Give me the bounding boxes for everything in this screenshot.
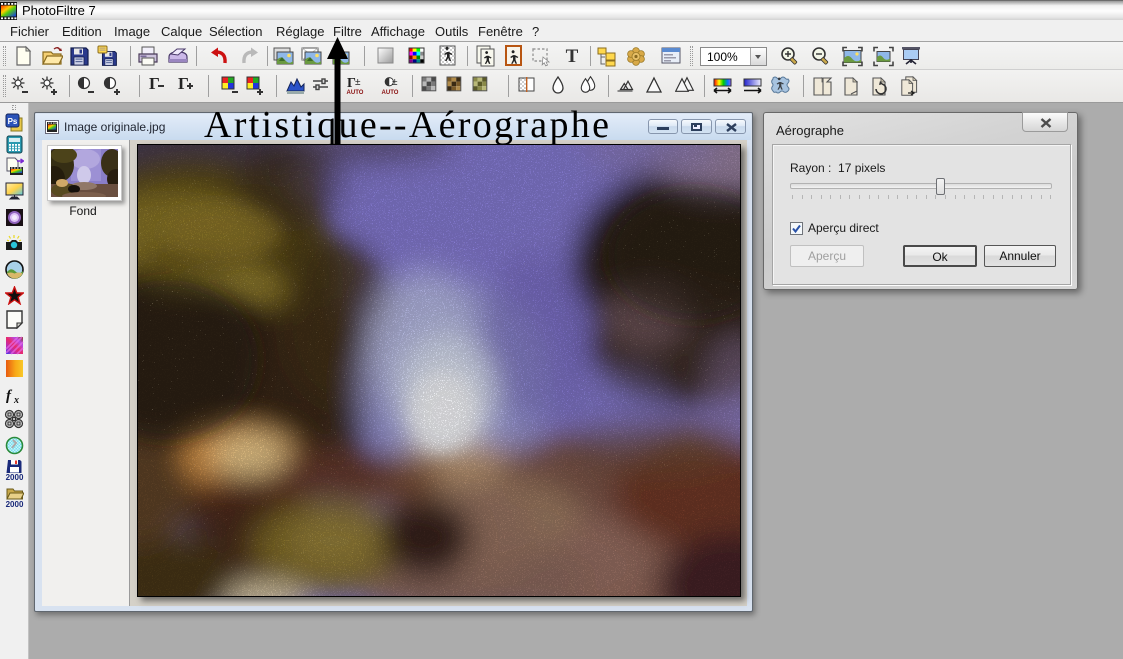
svg-text:T: T <box>566 46 579 67</box>
svg-text:AUTO: AUTO <box>382 90 399 96</box>
svg-text:Γ: Γ <box>178 75 189 93</box>
svg-text:f: f <box>6 388 13 404</box>
svg-text:Γ: Γ <box>149 75 160 93</box>
svg-text:2000: 2000 <box>6 473 24 481</box>
svg-text:±: ± <box>392 77 398 88</box>
svg-text:x: x <box>13 395 19 405</box>
svg-text:2000: 2000 <box>6 500 24 508</box>
svg-text:Ps: Ps <box>8 117 18 126</box>
